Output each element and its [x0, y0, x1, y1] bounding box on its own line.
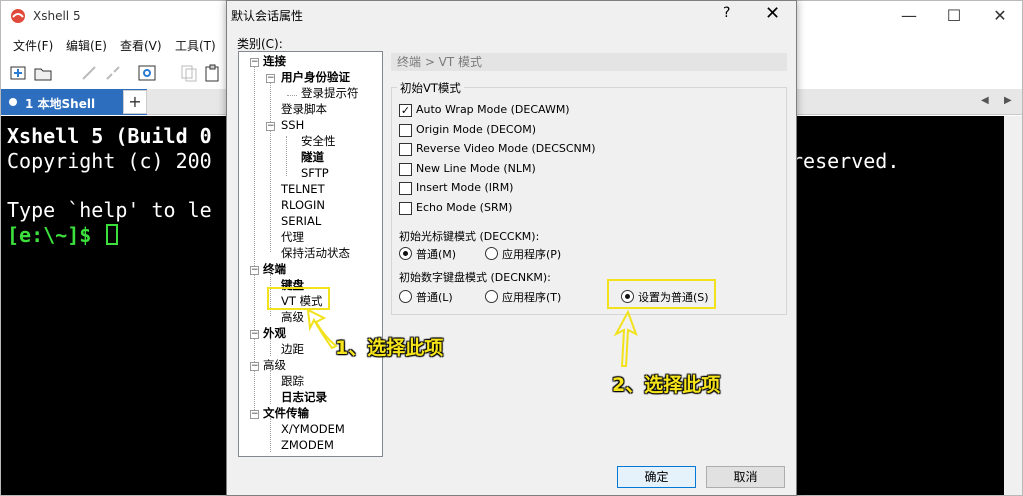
tab-label: 1 本地Shell: [25, 97, 96, 111]
xshell-logo-icon: [11, 9, 25, 23]
terminal-scrollbar[interactable]: [1004, 116, 1022, 495]
new-session-icon[interactable]: [9, 63, 29, 83]
menu-file[interactable]: 文件(F): [13, 37, 53, 54]
expand-appearance-icon[interactable]: −: [250, 330, 259, 339]
menu-tools[interactable]: 工具(T): [175, 37, 216, 54]
session-properties-dialog: 默认会话属性 ? ✕ 类别(C): − 连接 − 用户身份验证 登录提示符 登录…: [226, 0, 797, 496]
tree-item-keepalive[interactable]: 保持活动状态: [281, 246, 350, 261]
checkbox-checked-icon[interactable]: ✓: [399, 104, 412, 117]
tree-item-ssh[interactable]: SSH: [281, 118, 304, 133]
dialog-title: 默认会话属性: [231, 9, 304, 23]
tree-item-sftp[interactable]: SFTP: [301, 166, 329, 181]
maximize-button[interactable]: ☐: [931, 1, 977, 31]
tree-item-trace[interactable]: 跟踪: [281, 374, 304, 389]
terminal-prompt: [e:\~]$: [7, 223, 119, 247]
annotation-arrow-2: [613, 310, 638, 367]
disconnect-icon[interactable]: [103, 63, 123, 83]
copy-icon[interactable]: [179, 63, 199, 83]
expand-ssh-icon[interactable]: −: [266, 122, 275, 131]
open-folder-icon[interactable]: [33, 63, 53, 83]
connect-icon[interactable]: [79, 63, 99, 83]
breadcrumb: 终端 > VT 模式: [391, 53, 787, 71]
tree-item-login-prompt[interactable]: 登录提示符: [301, 86, 359, 101]
tree-item-proxy[interactable]: 代理: [281, 230, 304, 245]
expand-auth-icon[interactable]: −: [266, 74, 275, 83]
tab-scroll-left-icon[interactable]: ◀: [981, 95, 989, 106]
help-button[interactable]: ?: [723, 5, 730, 21]
tab-scroll-right-icon[interactable]: ▶: [1004, 95, 1012, 106]
tree-item-logging[interactable]: 日志记录: [281, 390, 327, 405]
terminal-line: reserved.: [791, 149, 900, 173]
add-tab-button[interactable]: +: [123, 90, 147, 114]
annotation-step1: 1、选择此项: [335, 337, 444, 359]
tree-item-connection[interactable]: 连接: [263, 54, 286, 69]
prompt-text: [e:\~]$: [7, 223, 104, 247]
terminal-line: Copyright (c) 200: [7, 149, 212, 173]
dialog-close-button[interactable]: ✕: [765, 3, 780, 24]
tree-item-tunnel[interactable]: 隧道: [301, 150, 324, 165]
expand-file-transfer-icon[interactable]: −: [250, 410, 259, 419]
tree-item-login-script[interactable]: 登录脚本: [281, 102, 327, 117]
tree-item-rlogin[interactable]: RLOGIN: [281, 198, 325, 213]
tree-item-terminal[interactable]: 终端: [263, 262, 286, 277]
minimize-button[interactable]: —: [886, 1, 932, 31]
group-title: 初始VT模式: [397, 80, 464, 96]
terminal-cursor: [106, 224, 119, 245]
menu-edit[interactable]: 编辑(E): [66, 37, 107, 54]
category-label: 类别(C):: [237, 37, 283, 51]
tree-item-appearance[interactable]: 外观: [263, 326, 286, 341]
numpad-mode-label: 初始数字键盘模式 (DECNKM):: [399, 271, 551, 284]
app-title: Xshell 5: [33, 9, 81, 23]
expand-connection-icon[interactable]: −: [250, 58, 259, 67]
tab-status-icon: [9, 98, 17, 106]
cancel-button[interactable]: 取消: [706, 466, 785, 488]
terminal-line: Xshell 5 (Build 0: [7, 124, 212, 148]
category-tree[interactable]: − 连接 − 用户身份验证 登录提示符 登录脚本 − SSH 安全性 隧道 SF…: [238, 51, 383, 457]
close-button[interactable]: ✕: [977, 1, 1023, 31]
menu-view[interactable]: 查看(V): [120, 37, 162, 54]
paste-icon[interactable]: [203, 63, 223, 83]
tree-item-serial[interactable]: SERIAL: [281, 214, 321, 229]
tree-item-zmodem[interactable]: ZMODEM: [281, 438, 334, 453]
tree-item-advanced-root[interactable]: 高级: [263, 358, 286, 373]
annotation-step2: 2、选择此项: [612, 374, 721, 396]
terminal-line: Type `help' to le: [7, 198, 212, 222]
tree-item-xymodem[interactable]: X/YMODEM: [281, 422, 345, 437]
cursor-key-mode-label: 初始光标键模式 (DECCKM):: [399, 230, 540, 243]
highlight-force-normal: [607, 279, 716, 309]
tree-item-telnet[interactable]: TELNET: [281, 182, 325, 197]
tree-item-file-transfer[interactable]: 文件传输: [263, 406, 309, 421]
ok-button[interactable]: 确定: [617, 466, 696, 488]
tree-item-auth[interactable]: 用户身份验证: [281, 70, 350, 85]
tree-item-security[interactable]: 安全性: [301, 134, 336, 149]
expand-advanced-icon[interactable]: −: [250, 362, 259, 371]
expand-terminal-icon[interactable]: −: [250, 266, 259, 275]
properties-icon[interactable]: [137, 63, 157, 83]
